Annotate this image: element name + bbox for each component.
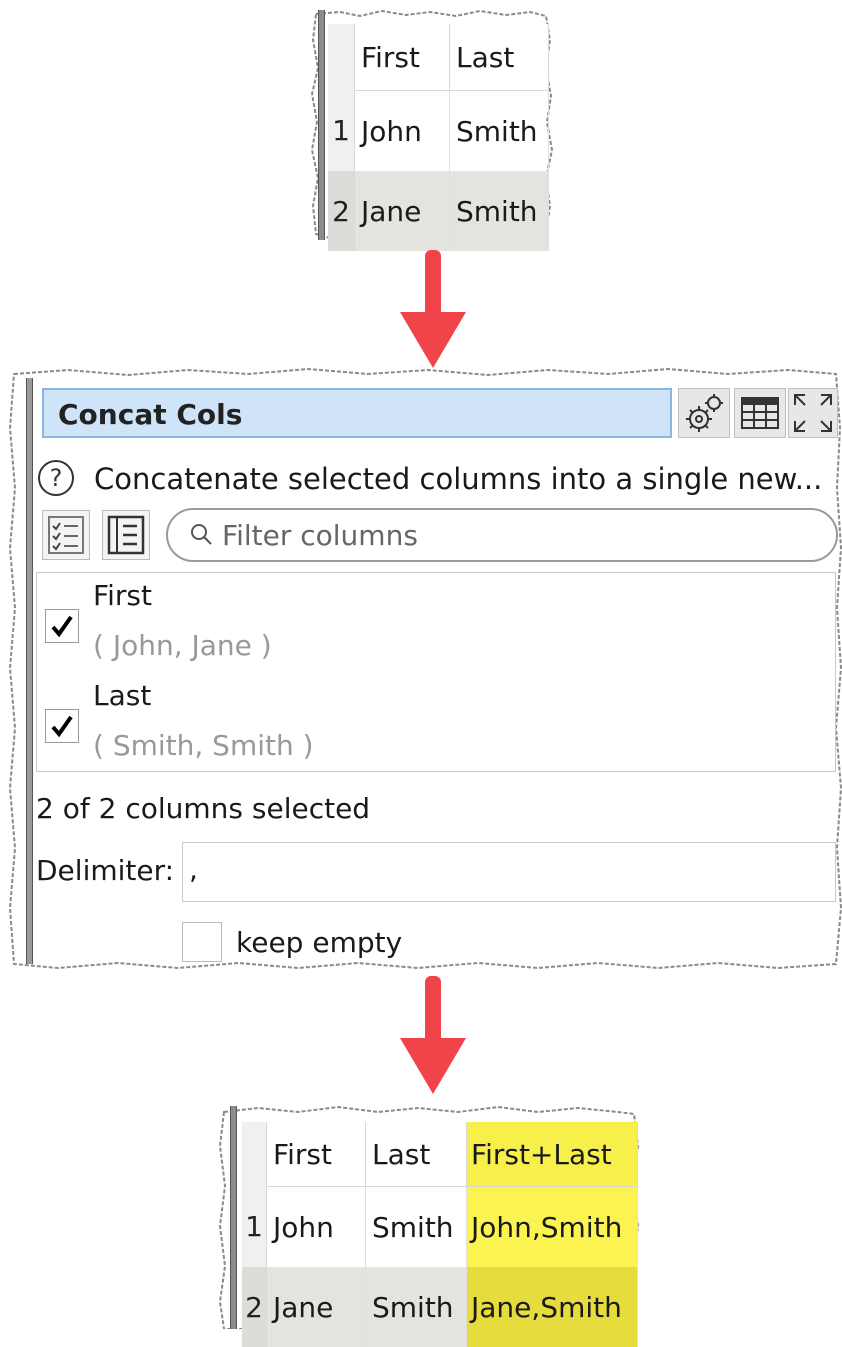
row-number: 2 xyxy=(328,171,355,251)
table-cell[interactable]: Smith xyxy=(365,1186,467,1267)
row-number: 1 xyxy=(242,1186,267,1267)
panel-title-bar[interactable]: Concat Cols xyxy=(42,388,672,438)
settings-button[interactable] xyxy=(678,388,730,438)
delimiter-value: , xyxy=(189,853,198,886)
column-header-last[interactable]: Last xyxy=(365,1122,467,1187)
search-icon xyxy=(191,524,212,545)
column-name: Last xyxy=(93,679,152,712)
column-checkbox[interactable] xyxy=(45,609,79,643)
table-cell[interactable]: John xyxy=(354,90,450,171)
delimiter-label: Delimiter: xyxy=(36,854,175,887)
list-item[interactable]: First ( John, Jane ) xyxy=(37,573,835,673)
table-cell[interactable]: Smith xyxy=(365,1267,467,1347)
filter-placeholder: Filter columns xyxy=(222,519,418,552)
input-data-grid: First Last 1 John Smith 2 Jane Smith xyxy=(328,24,549,251)
keep-empty-checkbox[interactable] xyxy=(182,922,222,962)
checkmark-icon xyxy=(51,615,73,638)
output-data-grid: First Last First+Last 1 John Smith John,… xyxy=(242,1122,638,1347)
panel-body: Concat Cols ? Concatenate selected colum… xyxy=(30,376,838,962)
table-cell[interactable]: Smith xyxy=(449,171,549,251)
column-header-last[interactable]: Last xyxy=(449,24,549,91)
keep-empty-label[interactable]: keep empty xyxy=(236,926,402,959)
corner-cell xyxy=(328,24,355,91)
table-view-button[interactable] xyxy=(734,388,786,438)
corner-cell xyxy=(242,1122,267,1187)
column-header-first[interactable]: First xyxy=(354,24,450,91)
maximize-button[interactable] xyxy=(788,388,838,438)
filter-columns-input[interactable]: Filter columns xyxy=(166,508,838,562)
maximize-icon xyxy=(794,394,832,432)
column-list: First ( John, Jane ) Last ( Smith, Smith… xyxy=(36,572,836,772)
list-view-icon xyxy=(107,515,145,555)
output-table-fragment: First Last First+Last 1 John Smith John,… xyxy=(218,1106,640,1347)
delimiter-input[interactable]: , xyxy=(182,842,836,902)
table-left-border xyxy=(318,10,325,240)
arrow-down-icon xyxy=(400,250,466,368)
checkmark-icon xyxy=(51,715,73,738)
selected-count: 2 of 2 columns selected xyxy=(36,792,371,825)
select-all-icon xyxy=(48,516,84,554)
settings-gear-icon xyxy=(686,394,723,432)
list-item[interactable]: Last ( Smith, Smith ) xyxy=(37,673,835,773)
table-cell[interactable]: Smith xyxy=(449,90,549,171)
panel-title: Concat Cols xyxy=(58,398,243,431)
table-left-border xyxy=(230,1106,237,1329)
row-number: 1 xyxy=(328,90,355,171)
column-checkbox[interactable] xyxy=(45,709,79,743)
input-table-fragment: First Last 1 John Smith 2 Jane Smith xyxy=(310,10,553,251)
table-cell-concatenated[interactable]: John,Smith xyxy=(466,1186,638,1267)
list-view-button[interactable] xyxy=(102,510,150,560)
row-number: 2 xyxy=(242,1267,267,1347)
concat-cols-panel: Concat Cols ? Concatenate selected colum… xyxy=(8,368,842,970)
column-header-first[interactable]: First xyxy=(266,1122,366,1187)
column-name: First xyxy=(93,579,152,612)
transform-description: Concatenate selected columns into a sing… xyxy=(94,462,823,496)
column-sample-values: ( Smith, Smith ) xyxy=(93,729,314,762)
table-cell-concatenated[interactable]: Jane,Smith xyxy=(466,1267,638,1347)
table-cell[interactable]: John xyxy=(266,1186,366,1267)
help-icon[interactable]: ? xyxy=(38,460,74,496)
column-sample-values: ( John, Jane ) xyxy=(93,629,272,662)
select-all-button[interactable] xyxy=(42,510,90,560)
column-header-first-plus-last[interactable]: First+Last xyxy=(466,1122,638,1187)
table-cell[interactable]: Jane xyxy=(354,171,450,251)
table-view-icon xyxy=(741,397,779,429)
arrow-down-icon xyxy=(400,976,466,1094)
table-cell[interactable]: Jane xyxy=(266,1267,366,1347)
